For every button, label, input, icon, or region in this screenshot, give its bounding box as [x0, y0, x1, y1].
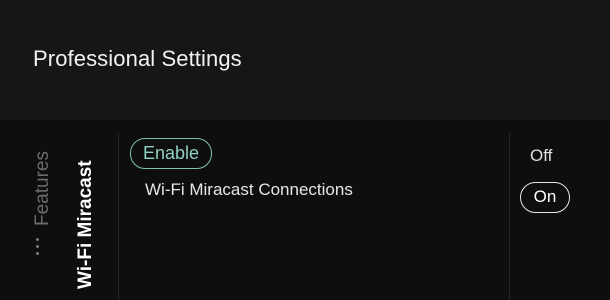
- divider-right: [509, 133, 510, 300]
- dot: [36, 238, 39, 241]
- divider-left: [118, 133, 119, 300]
- ellipsis-vertical-icon: [36, 238, 40, 259]
- enable-status-badge: Enable: [130, 138, 213, 169]
- header-bar: Professional Settings: [0, 0, 610, 120]
- professional-settings-screen: Professional Settings Features Wi-Fi Mir…: [0, 0, 610, 300]
- option-off[interactable]: Off: [530, 146, 552, 166]
- dot: [36, 252, 39, 255]
- setting-label-wifi-miracast-connections[interactable]: Wi-Fi Miracast Connections: [145, 180, 353, 200]
- nav-breadcrumb-features[interactable]: Features: [32, 151, 53, 226]
- option-on-selected[interactable]: On: [520, 182, 570, 213]
- nav-current-wifi-miracast[interactable]: Wi-Fi Miracast: [75, 160, 96, 289]
- page-title: Professional Settings: [33, 46, 242, 71]
- dot: [36, 245, 39, 248]
